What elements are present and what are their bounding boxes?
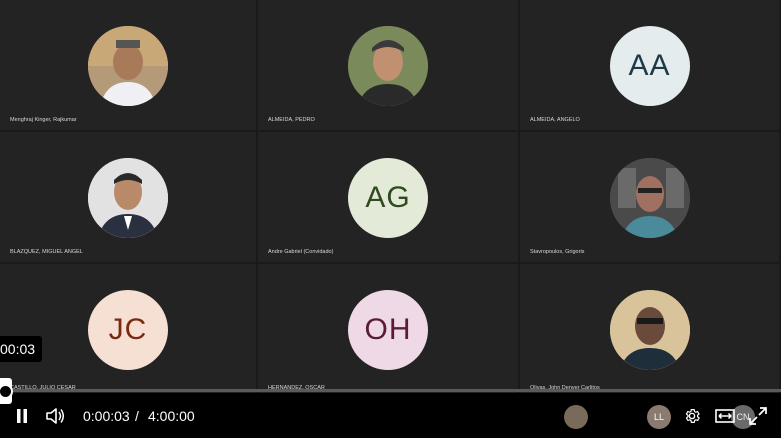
participant-tile[interactable]: Stavropoulos, Grigoris: [520, 132, 781, 264]
participant-name: Menghraj Kinger, Rajkumar: [10, 117, 77, 123]
participant-name: BLAZQUEZ, MIGUEL ANGEL: [10, 249, 83, 255]
volume-button[interactable]: [43, 403, 67, 429]
participant-tile[interactable]: Menghraj Kinger, Rajkumar: [0, 0, 258, 132]
participant-initials: AG: [348, 158, 428, 238]
participant-photo: [609, 158, 690, 238]
participant-tile[interactable]: OH HERNANDEZ, OSCAR: [258, 264, 520, 400]
participant-tile[interactable]: ALMEIDA, PEDRO: [258, 0, 520, 132]
fullscreen-icon: [749, 407, 767, 425]
participant-tile[interactable]: AG Andre Gabriel (Convidado): [258, 132, 520, 264]
volume-icon: [46, 408, 64, 424]
participant-tile[interactable]: Olivas, John Denver Carlitos: [520, 264, 781, 400]
participant-grid: Menghraj Kinger, Rajkumar ALMEIDA, PEDRO…: [0, 0, 781, 400]
participant-initials: JC: [88, 290, 168, 370]
participant-tile[interactable]: JC CASTILLO, JULIO CESAR: [0, 264, 258, 400]
gear-icon: [685, 409, 700, 423]
participant-dock-avatar: [564, 405, 588, 429]
participant-photo: [88, 26, 168, 106]
current-time: 0:00:03: [83, 408, 130, 424]
pause-button[interactable]: [12, 403, 32, 429]
participant-initials: OH: [348, 290, 428, 370]
time-tooltip: 00:03: [0, 336, 42, 362]
time-separator: /: [135, 408, 139, 424]
settings-button[interactable]: [681, 403, 703, 429]
scrub-handle[interactable]: [0, 378, 13, 404]
participant-name: ALMEIDA, ANGELO: [530, 117, 580, 123]
participant-tile[interactable]: AA ALMEIDA, ANGELO: [520, 0, 781, 132]
theater-mode-icon: [715, 409, 735, 423]
participant-dock-avatar: LL: [647, 405, 671, 429]
participant-photo: [609, 290, 690, 370]
fullscreen-button[interactable]: [747, 403, 769, 429]
participant-initials: AA: [609, 26, 690, 106]
participant-name: Stavropoulos, Grigoris: [530, 249, 585, 255]
duration: 4:00:00: [148, 408, 195, 424]
participant-photo: [348, 26, 428, 106]
participant-name: ALMEIDA, PEDRO: [268, 117, 315, 123]
progress-bar[interactable]: [0, 389, 781, 392]
pause-icon: [17, 409, 27, 423]
theater-mode-button[interactable]: [714, 403, 736, 429]
participant-name: Andre Gabriel (Convidado): [268, 249, 334, 255]
participant-photo: [88, 158, 168, 238]
participant-tile[interactable]: BLAZQUEZ, MIGUEL ANGEL: [0, 132, 258, 264]
